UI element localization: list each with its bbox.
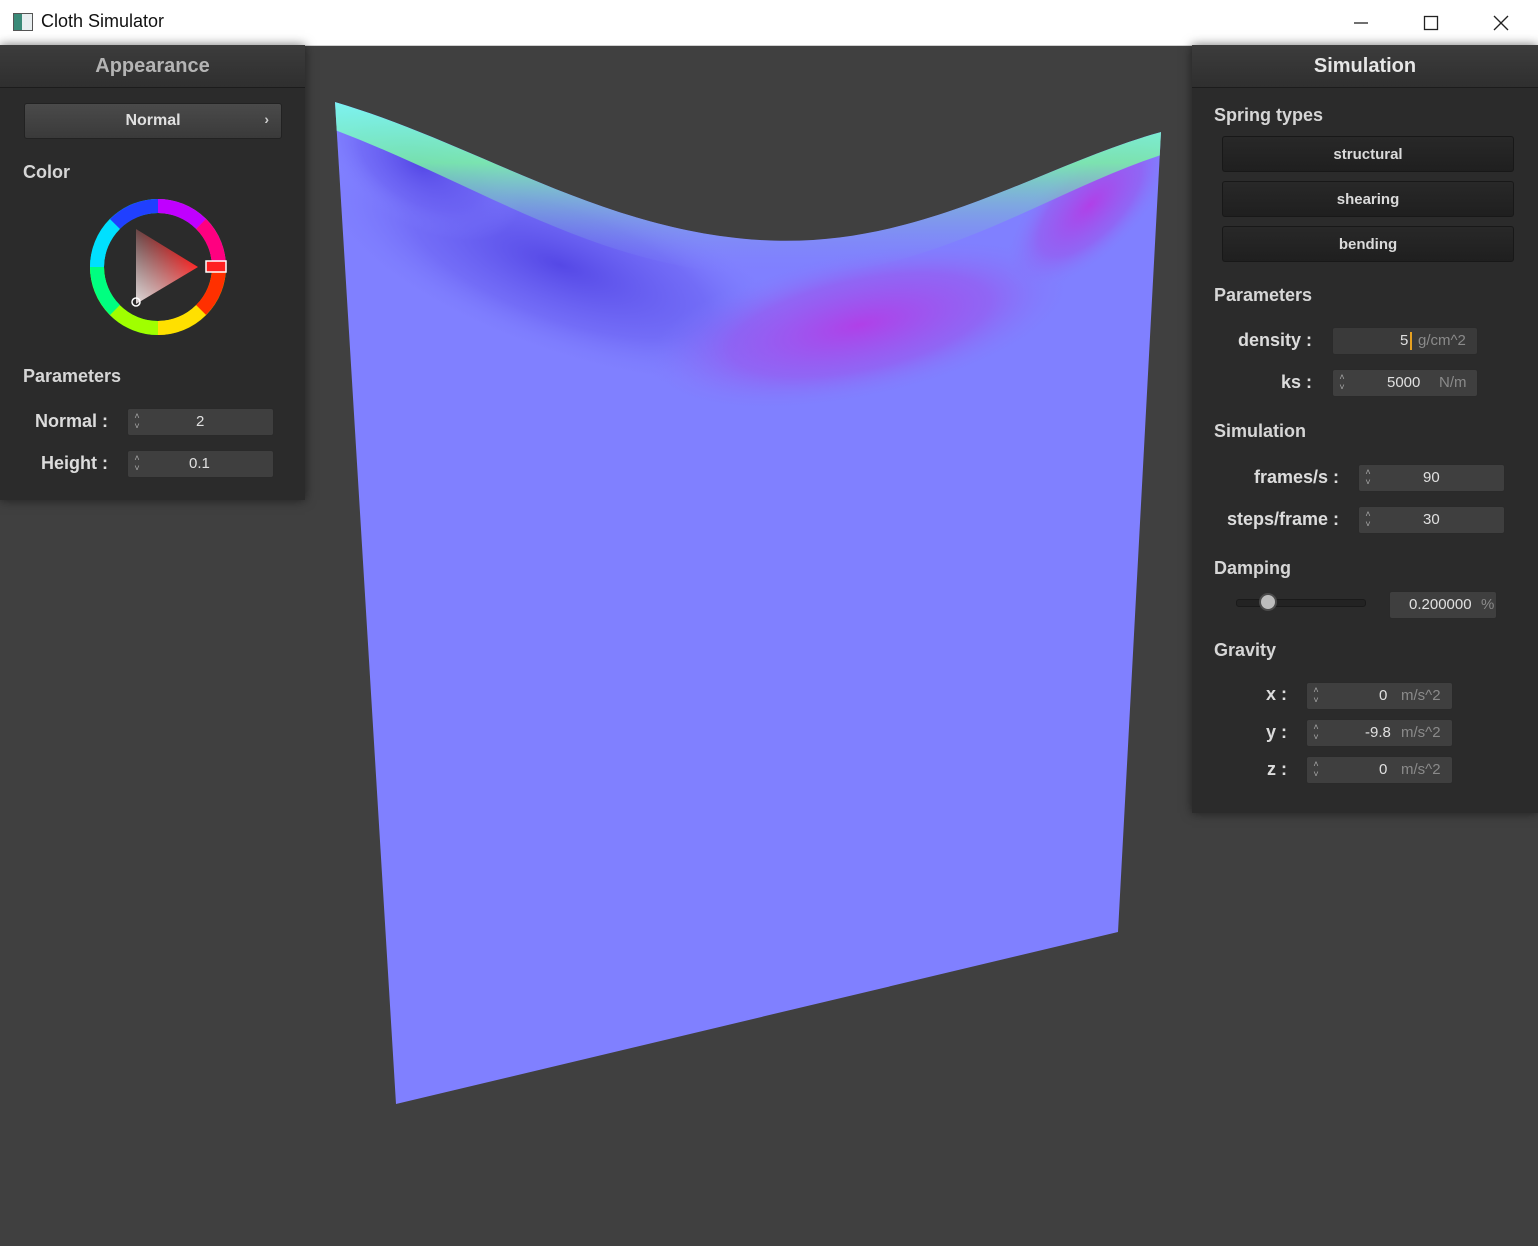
damping-value: 0.200000 (1409, 596, 1472, 613)
stepper-icon[interactable]: ˄ ˅ (1363, 509, 1373, 529)
damping-slider-knob[interactable] (1258, 593, 1277, 611)
density-input[interactable]: 5 g/cm^2 (1332, 327, 1478, 355)
steps-per-frame-input[interactable]: ˄ ˅ 30 (1358, 506, 1505, 534)
shearing-button[interactable]: shearing (1222, 181, 1514, 217)
minimize-button[interactable] (1326, 0, 1396, 45)
gravity-z-unit: m/s^2 (1401, 761, 1441, 778)
frames-per-s-input[interactable]: ˄ ˅ 90 (1358, 464, 1505, 492)
stepper-icon[interactable]: ˄ ˅ (1311, 685, 1321, 705)
ks-value: 5000 (1387, 374, 1421, 391)
density-value: 5 (1400, 332, 1409, 349)
maximize-button[interactable] (1396, 0, 1466, 45)
simulation-section-label: Simulation (1214, 421, 1307, 441)
stepper-icon[interactable]: ˄ ˅ (132, 411, 142, 431)
stepper-icon[interactable]: ˄ ˅ (1311, 759, 1321, 779)
height-label: Height : (41, 453, 108, 473)
damping-input[interactable]: 0.200000 % (1389, 591, 1497, 619)
height-input[interactable]: ˄ ˅ 0.1 (127, 450, 274, 478)
gravity-z-input[interactable]: ˄ ˅ 0 m/s^2 (1306, 756, 1453, 784)
damping-unit: % (1481, 596, 1495, 613)
color-label: Color (23, 162, 70, 182)
steps-per-frame-label: steps/frame : (1226, 509, 1339, 529)
chevron-right-icon: › (264, 111, 269, 127)
steps-per-frame-value: 30 (1423, 511, 1440, 528)
app-icon (13, 13, 33, 31)
ks-label: ks : (1280, 372, 1312, 392)
appearance-header: Appearance (0, 45, 305, 88)
appearance-panel: Appearance Normal › Color Parameters Nor… (0, 45, 305, 500)
density-label: density : (1237, 330, 1312, 350)
height-value: 0.1 (189, 455, 210, 472)
ks-input[interactable]: ˄ ˅ 5000 N/m (1332, 369, 1478, 397)
gravity-y-input[interactable]: ˄ ˅ -9.8 m/s^2 (1306, 719, 1453, 747)
close-button[interactable] (1466, 0, 1536, 45)
simulation-panel: Simulation Spring types structural shear… (1192, 45, 1538, 813)
gravity-label: Gravity (1214, 640, 1277, 660)
structural-button[interactable]: structural (1222, 136, 1514, 172)
gravity-z-value: 0 (1379, 761, 1388, 778)
normal-input[interactable]: ˄ ˅ 2 (127, 408, 274, 436)
damping-slider-track[interactable] (1236, 599, 1366, 607)
window-title: Cloth Simulator (41, 11, 165, 31)
frames-per-s-value: 90 (1423, 469, 1440, 486)
bending-button[interactable]: bending (1222, 226, 1514, 262)
shader-dropdown[interactable]: Normal › (24, 103, 282, 139)
stepper-icon[interactable]: ˄ ˅ (132, 453, 142, 473)
normal-value: 2 (196, 413, 205, 430)
simulation-parameters-label: Parameters (1214, 285, 1313, 305)
ks-unit: N/m (1439, 374, 1467, 391)
window-titlebar[interactable]: Cloth Simulator (0, 0, 1538, 46)
maximize-icon (1423, 15, 1439, 30)
shader-dropdown-value: Normal (125, 112, 181, 129)
text-caret (1410, 332, 1412, 350)
gravity-y-value: -9.8 (1365, 724, 1391, 741)
damping-label: Damping (1214, 558, 1292, 578)
minimize-icon (1354, 21, 1368, 24)
stepper-icon[interactable]: ˄ ˅ (1311, 722, 1321, 742)
gravity-x-label: x : (1265, 684, 1287, 704)
stepper-icon[interactable]: ˄ ˅ (1363, 467, 1373, 487)
gravity-x-value: 0 (1379, 687, 1388, 704)
color-wheel-icon (90, 199, 227, 335)
close-icon (1493, 15, 1509, 30)
normal-label: Normal : (34, 411, 108, 431)
gravity-x-unit: m/s^2 (1401, 687, 1441, 704)
spring-types-label: Spring types (1214, 105, 1324, 125)
gravity-y-label: y : (1265, 722, 1287, 742)
gravity-z-label: z : (1267, 759, 1287, 779)
appearance-parameters-label: Parameters (23, 366, 122, 386)
gravity-x-input[interactable]: ˄ ˅ 0 m/s^2 (1306, 682, 1453, 710)
frames-per-s-label: frames/s : (1253, 467, 1339, 487)
gravity-y-unit: m/s^2 (1401, 724, 1441, 741)
color-picker[interactable] (88, 198, 228, 338)
stepper-icon[interactable]: ˄ ˅ (1337, 372, 1347, 392)
density-unit: g/cm^2 (1418, 332, 1466, 349)
simulation-header: Simulation (1192, 45, 1538, 88)
